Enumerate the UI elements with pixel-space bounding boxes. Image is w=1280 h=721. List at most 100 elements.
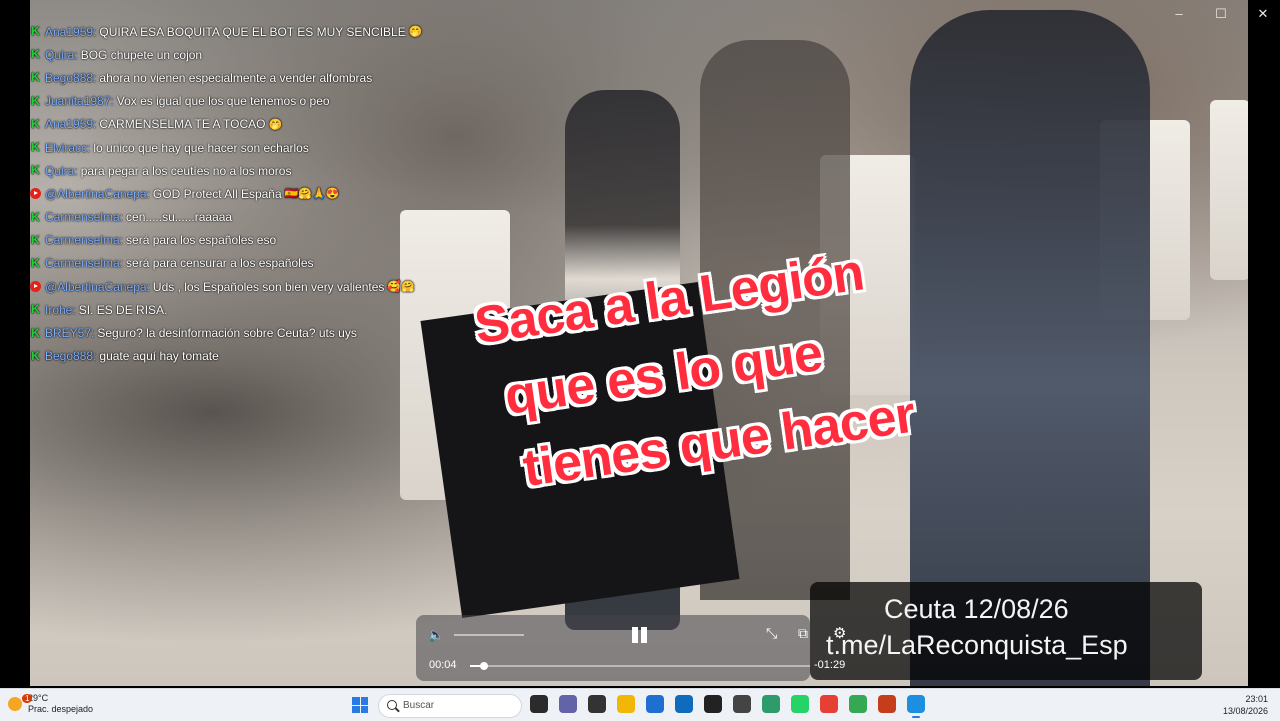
minimize-icon[interactable]: –: [1172, 6, 1186, 22]
chat-text: CARMENSELMA TE A TOCAO: [99, 117, 266, 132]
seek-bar[interactable]: [470, 662, 810, 670]
chat-message: K QuiraBOG chupete un cojon: [30, 43, 470, 66]
chat-username[interactable]: Ana1959: [45, 25, 96, 39]
chat-message: K Quirapara pegar a los ceutíes no a los …: [30, 159, 470, 182]
kick-icon: K: [31, 325, 40, 340]
clock-time: 23:01: [1245, 694, 1268, 704]
clock-date: 13/08/2026: [1222, 706, 1268, 716]
chat-message: K Bego888ahora no vienen especialmente a …: [30, 66, 470, 89]
chat-emoji: 🤭: [268, 118, 283, 131]
chat-text: para pegar a los ceutíes no a los moros: [80, 163, 292, 178]
chat-username[interactable]: Bego888: [45, 349, 96, 363]
chat-username[interactable]: Carmenselma: [45, 256, 123, 270]
seek-handle[interactable]: [479, 662, 488, 670]
terminal-app-icon[interactable]: [530, 695, 548, 713]
chat-text: Vox es igual que los que tenemos o peo: [116, 94, 330, 109]
chat-text: BOG chupete un cojon: [80, 47, 203, 62]
chat-text: guate aquí hay tomate: [99, 349, 219, 364]
chat-message: K Carmenselmacen.....su......raaaaa: [30, 206, 470, 229]
weather-temp: 29°C: [28, 693, 49, 703]
chat-username[interactable]: Bego888: [45, 71, 96, 85]
chat-text: cen.....su......raaaaa: [126, 210, 233, 225]
browser-app-icon[interactable]: [762, 695, 780, 713]
chat-message: K Ana1959CARMENSELMA TE A TOCAO🤭: [30, 113, 470, 136]
chat-username[interactable]: Carmenselma: [45, 210, 123, 224]
teams-app-icon[interactable]: [559, 695, 577, 713]
kick-icon: K: [31, 24, 40, 39]
chat-username[interactable]: Ana1959: [45, 117, 96, 131]
chat-message: K Carmenselmaserá para los españoles eso: [30, 229, 470, 252]
volume-slider[interactable]: [454, 634, 524, 636]
weather-desc: Prac. despejado: [28, 704, 94, 714]
chrome-profile-app-icon[interactable]: [849, 695, 867, 713]
pip-icon[interactable]: ⧉: [798, 625, 808, 642]
kick-icon: K: [31, 302, 40, 317]
collapse-icon[interactable]: ⤡: [766, 625, 777, 642]
kick-icon: K: [31, 163, 40, 178]
sun-icon: 1: [8, 694, 33, 711]
streaming-app-icon[interactable]: [907, 695, 925, 718]
unity-app-icon[interactable]: [733, 695, 751, 713]
chat-username[interactable]: @AlbertinaCanepa: [45, 187, 150, 201]
kick-icon: K: [31, 348, 40, 363]
chat-emoji: 🥰🤗: [387, 281, 415, 294]
chat-username[interactable]: Quira: [45, 164, 78, 178]
chat-message: K BREY57Seguro? la desinformación sobre C…: [30, 321, 470, 344]
kick-icon: K: [31, 209, 40, 224]
chat-message: K IroheSI. ES DE RISA.: [30, 298, 470, 321]
chat-text: Seguro? la desinformación sobre Ceuta? u…: [97, 326, 357, 341]
kick-icon: K: [31, 140, 40, 155]
kick-icon: K: [31, 93, 40, 108]
current-time: 00:04: [429, 659, 457, 671]
maximize-icon[interactable]: ☐: [1214, 6, 1228, 22]
chat-username[interactable]: BREY57: [45, 326, 94, 340]
chat-overlay: KAna1959QUIRA ESA BOQUITA QUE EL BOT ES …: [30, 20, 470, 368]
chat-message: K Carmenselmaserá para censurar a los esp…: [30, 252, 470, 275]
file-explorer-app-icon[interactable]: [617, 695, 635, 713]
whatsapp-app-icon[interactable]: [791, 695, 809, 713]
kick-icon: K: [31, 70, 40, 85]
chat-message: K Juanita1987Vox es igual que los que ten…: [30, 90, 470, 113]
youtube-icon: [30, 188, 41, 200]
close-icon[interactable]: ✕: [1256, 6, 1270, 22]
kick-icon: K: [31, 116, 40, 131]
chat-text: ahora no vienen especialmente a vender a…: [99, 70, 373, 85]
taskbar-search[interactable]: Buscar: [378, 694, 522, 718]
chat-username[interactable]: Irohe: [45, 303, 76, 317]
chat-username[interactable]: Quira: [45, 48, 78, 62]
chat-username[interactable]: Elviracc: [45, 141, 90, 155]
chat-text: SI. ES DE RISA.: [78, 302, 168, 317]
chat-username[interactable]: Juanita1987: [45, 94, 114, 108]
chat-message: K Bego888guate aquí hay tomate: [30, 345, 470, 368]
chat-message: @AlbertinaCanepaUds , los Españoles son …: [30, 275, 470, 298]
chat-text: será para los españoles eso: [126, 233, 277, 248]
chat-username[interactable]: Carmenselma: [45, 233, 123, 247]
player-controls: 🔈 ⤡ ⧉ 00:04 -01:29: [416, 615, 845, 681]
chat-text: lo unico que hay que hacer son echarlos: [93, 140, 309, 155]
chat-username[interactable]: @AlbertinaCanepa: [45, 280, 150, 294]
chat-message: K Ana1959QUIRA ESA BOQUITA QUE EL BOT ES …: [30, 20, 470, 43]
kick-icon: K: [31, 232, 40, 247]
watermark-location-date: Ceuta 12/08/26: [884, 594, 1069, 624]
chrome-app-icon[interactable]: [820, 695, 838, 713]
pause-button[interactable]: [630, 625, 650, 645]
start-button[interactable]: [352, 697, 368, 713]
chat-emoji: 🇪🇸🤗🙏😍: [284, 188, 340, 201]
obs-app-icon[interactable]: [704, 695, 722, 713]
gear-icon[interactable]: ⚙: [833, 624, 846, 642]
inkscape-app-icon[interactable]: [588, 695, 606, 713]
store-app-icon[interactable]: [646, 695, 664, 713]
volume-icon[interactable]: 🔈: [428, 627, 444, 643]
taskbar-clock[interactable]: 23:01 13/08/2026: [1223, 693, 1268, 717]
chat-text: Uds , los Españoles son bien very valien…: [152, 279, 385, 294]
chat-emoji: 🤭: [408, 26, 423, 39]
taskbar: 1 29°C Prac. despejado Buscar 23:01 13/0…: [0, 688, 1280, 721]
chat-message: K Elviracclo unico que hay que hacer son …: [30, 136, 470, 159]
powerpoint-app-icon[interactable]: [878, 695, 896, 713]
outlook-app-icon[interactable]: [675, 695, 693, 713]
search-icon: [387, 700, 397, 710]
weather-widget[interactable]: 1 29°C Prac. despejado: [8, 693, 93, 715]
chat-text: será para censurar a los españoles: [126, 256, 314, 271]
remaining-time: -01:29: [814, 659, 846, 671]
video-watermark: Ceuta 12/08/26 t.me/LaReconquista_Esp: [810, 582, 1202, 680]
